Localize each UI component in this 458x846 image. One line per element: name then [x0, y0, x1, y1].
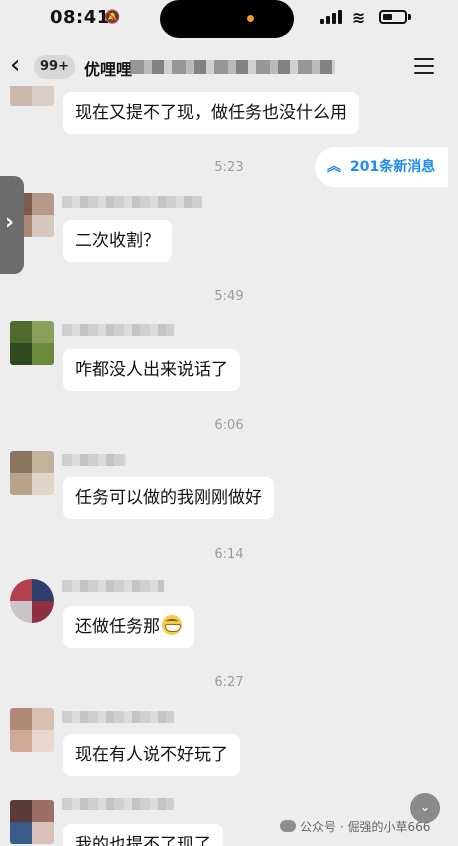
- unread-count-badge[interactable]: 99+: [34, 55, 75, 79]
- side-drawer-handle[interactable]: ›: [0, 176, 24, 274]
- message-bubble[interactable]: 还做任务那: [63, 606, 194, 648]
- new-messages-label: 201条新消息: [350, 159, 436, 175]
- message-bubble[interactable]: 二次收割？: [63, 220, 172, 262]
- status-time: 08:41: [50, 7, 110, 28]
- timestamp: 6:14: [214, 547, 244, 562]
- chevron-right-icon: ›: [5, 210, 15, 235]
- timestamp: 6:27: [214, 675, 244, 690]
- bell-muted-icon: 🔕: [104, 10, 121, 25]
- message-bubble[interactable]: 我的也提不了现了: [63, 824, 223, 846]
- battery-icon: [379, 10, 407, 24]
- message-bubble[interactable]: 现在又提不了现，做任务也没什么用: [63, 92, 359, 134]
- avatar[interactable]: [10, 579, 54, 623]
- avatar[interactable]: [10, 451, 54, 495]
- chat-header: ‹ 99+ 优哩哩: [0, 42, 458, 92]
- message-bubble[interactable]: 任务可以做的我刚刚做好: [63, 477, 274, 519]
- new-messages-button[interactable]: ︽ 201条新消息: [315, 147, 448, 187]
- double-chevron-up-icon: ︽: [327, 159, 341, 175]
- chevron-left-icon[interactable]: ‹: [10, 52, 20, 78]
- dynamic-island: [160, 0, 294, 38]
- sender-name-blur: [62, 324, 174, 336]
- battery-level-fill: [383, 14, 392, 20]
- message-text: 还做任务那: [75, 617, 160, 637]
- message-bubble[interactable]: 咋都没人出来说话了: [63, 349, 240, 391]
- chevron-down-icon: ⌄: [419, 800, 431, 815]
- chat-title[interactable]: 优哩哩: [84, 56, 132, 80]
- hamburger-menu-icon[interactable]: [414, 58, 434, 74]
- sender-name-blur: [62, 196, 202, 208]
- recording-indicator-icon: [247, 15, 254, 22]
- status-bar: 08:41 🔕 ≋: [0, 0, 458, 40]
- wechat-icon: [280, 820, 296, 832]
- watermark-text: 公众号 · 倔强的小草666: [300, 820, 431, 834]
- avatar[interactable]: [10, 86, 54, 106]
- sender-name-blur: [62, 580, 164, 592]
- sender-name-blur: [62, 711, 174, 723]
- avatar[interactable]: [10, 708, 54, 752]
- redacted-title-blur: [130, 60, 335, 74]
- grinning-face-emoji: [162, 615, 182, 635]
- sender-name-blur: [62, 454, 126, 466]
- sender-name-blur: [62, 798, 174, 810]
- wifi-icon: ≋: [352, 8, 366, 27]
- timestamp: 6:06: [214, 418, 244, 433]
- message-list[interactable]: 现在又提不了现，做任务也没什么用 5:23 二次收割？ 5:49 咋都没人出来说…: [0, 86, 458, 846]
- avatar[interactable]: [10, 800, 54, 844]
- battery-cap: [408, 14, 411, 20]
- watermark: 公众号 · 倔强的小草666: [280, 818, 430, 835]
- message-bubble[interactable]: 现在有人说不好玩了: [63, 734, 240, 776]
- timestamp: 5:49: [214, 289, 244, 304]
- cellular-signal-icon: [320, 10, 346, 24]
- avatar[interactable]: [10, 321, 54, 365]
